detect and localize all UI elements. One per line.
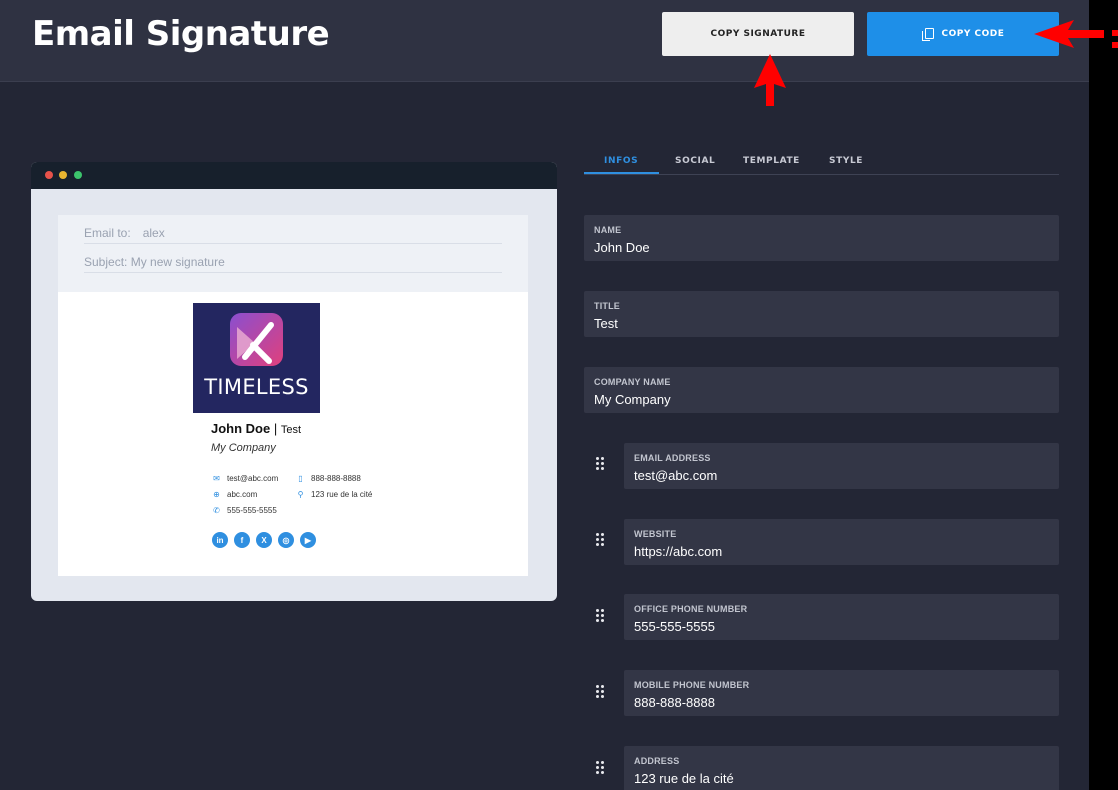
field-label: NAME: [594, 225, 622, 235]
preview-titlebar: [31, 162, 557, 189]
email-mock: Email to: alex Subject: My new signature: [58, 215, 528, 576]
field-label: OFFICE PHONE NUMBER: [634, 604, 748, 614]
drag-handle-icon[interactable]: [596, 533, 604, 547]
location-pin-icon: ⚲: [297, 490, 304, 499]
drag-handle-icon[interactable]: [596, 685, 604, 699]
close-dot-icon: [45, 171, 53, 179]
tab-template[interactable]: TEMPLATE: [743, 156, 800, 166]
copy-signature-label: COPY SIGNATURE: [710, 29, 806, 39]
signature-name-line: John Doe | Test: [211, 421, 301, 436]
email-to-value: alex: [142, 226, 165, 240]
signature-office-phone-text: 555-555-5555: [227, 506, 277, 515]
signature-title: Test: [280, 424, 302, 436]
tab-infos[interactable]: INFOS: [604, 156, 638, 166]
drag-handle-icon[interactable]: [596, 609, 604, 623]
tab-style[interactable]: STYLE: [829, 156, 863, 166]
signature-preview: Email to: alex Subject: My new signature: [31, 162, 557, 601]
linkedin-icon[interactable]: in: [212, 532, 228, 548]
field-value[interactable]: test@abc.com: [634, 468, 717, 483]
signature-company: My Company: [211, 442, 276, 454]
field-label: COMPANY NAME: [594, 377, 671, 387]
company-name-field[interactable]: COMPANY NAME My Company: [584, 367, 1059, 413]
field-value[interactable]: John Doe: [594, 240, 650, 255]
signature-email: ✉ test@abc.com: [212, 474, 278, 483]
settings-tabs: INFOS SOCIAL TEMPLATE STYLE: [584, 150, 1059, 175]
drag-handle-icon[interactable]: [596, 457, 604, 471]
signature-name: John Doe: [211, 421, 271, 436]
signature-mobile-phone: ▯ 888-888-8888: [296, 474, 361, 483]
field-value[interactable]: https://abc.com: [634, 544, 722, 559]
signature-office-phone: ✆ 555-555-5555: [212, 506, 277, 515]
annotation-arrow-left-icon: [1034, 20, 1118, 48]
signature-mobile-phone-text: 888-888-8888: [311, 474, 361, 483]
signature-website-text: abc.com: [227, 490, 258, 499]
email-header: Email to: alex Subject: My new signature: [58, 215, 528, 292]
signature-address-text: 123 rue de la cité: [311, 490, 373, 499]
social-icons: in f X ◎ ▶: [212, 532, 316, 548]
facebook-icon[interactable]: f: [234, 532, 250, 548]
signature-address: ⚲ 123 rue de la cité: [296, 490, 373, 499]
subject-label: Subject:: [84, 255, 128, 269]
office-phone-field[interactable]: OFFICE PHONE NUMBER 555-555-5555: [624, 594, 1059, 640]
field-label: EMAIL ADDRESS: [634, 453, 711, 463]
mobile-phone-field[interactable]: MOBILE PHONE NUMBER 888-888-8888: [624, 670, 1059, 716]
x-icon[interactable]: X: [256, 532, 272, 548]
website-field[interactable]: WEBSITE https://abc.com: [624, 519, 1059, 565]
subject-value: My new signature: [130, 255, 225, 269]
field-label: MOBILE PHONE NUMBER: [634, 680, 750, 690]
signature-email-text: test@abc.com: [227, 474, 279, 483]
field-value[interactable]: 888-888-8888: [634, 695, 715, 710]
page-title: Email Signature: [32, 14, 330, 54]
logo-text: TIMELESS: [204, 375, 309, 399]
mobile-icon: ▯: [298, 474, 303, 483]
copy-code-button[interactable]: COPY CODE: [867, 12, 1059, 56]
globe-icon: ⊕: [213, 490, 220, 499]
field-value[interactable]: 123 rue de la cité: [634, 771, 734, 786]
email-to-label: Email to:: [84, 226, 131, 240]
field-label: TITLE: [594, 301, 620, 311]
field-value[interactable]: 555-555-5555: [634, 619, 715, 634]
youtube-icon[interactable]: ▶: [300, 532, 316, 548]
tab-social[interactable]: SOCIAL: [675, 156, 715, 166]
active-tab-indicator: [584, 172, 659, 174]
field-value[interactable]: My Company: [594, 392, 671, 407]
drag-handle-icon[interactable]: [596, 761, 604, 775]
email-address-field[interactable]: EMAIL ADDRESS test@abc.com: [624, 443, 1059, 489]
minimize-dot-icon: [59, 171, 67, 179]
field-label: ADDRESS: [634, 756, 680, 766]
company-logo: TIMELESS: [193, 303, 320, 413]
field-value[interactable]: Test: [594, 316, 618, 331]
copy-code-label: COPY CODE: [941, 29, 1005, 39]
copy-signature-button[interactable]: COPY SIGNATURE: [662, 12, 854, 56]
subject-row: Subject: My new signature: [84, 244, 502, 273]
field-label: WEBSITE: [634, 529, 677, 539]
signature-website: ⊕ abc.com: [212, 490, 257, 499]
app-window: Email Signature COPY SIGNATURE COPY CODE…: [0, 0, 1089, 790]
email-to-row: Email to: alex: [84, 215, 502, 244]
maximize-dot-icon: [74, 171, 82, 179]
address-field[interactable]: ADDRESS 123 rue de la cité: [624, 746, 1059, 790]
title-field[interactable]: TITLE Test: [584, 291, 1059, 337]
header-bar: Email Signature COPY SIGNATURE COPY CODE: [0, 0, 1089, 82]
signature-separator: |: [273, 421, 278, 436]
annotation-arrow-up-icon: [754, 54, 786, 106]
instagram-icon[interactable]: ◎: [278, 532, 294, 548]
mail-icon: ✉: [213, 474, 220, 483]
name-field[interactable]: NAME John Doe: [584, 215, 1059, 261]
phone-icon: ✆: [213, 506, 220, 515]
copy-icon: [921, 28, 934, 41]
